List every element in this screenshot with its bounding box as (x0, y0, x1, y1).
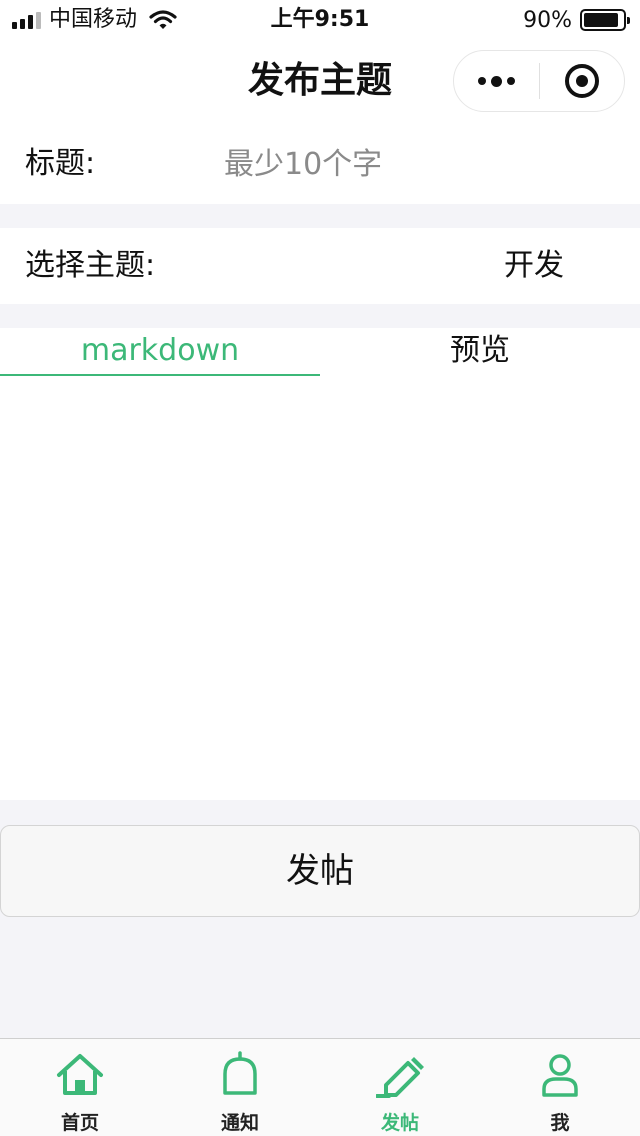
tabbar-item-notifications[interactable]: 通知 (160, 1039, 320, 1136)
title-input[interactable] (224, 142, 614, 186)
navigation-bar: 发布主题 (0, 40, 640, 124)
tabbar-label-notifications: 通知 (220, 1112, 259, 1134)
title-row: 标题: (0, 124, 640, 204)
topic-picker[interactable]: 选择主题: 开发 (0, 228, 640, 304)
tab-markdown[interactable]: markdown (0, 328, 320, 376)
post-button[interactable]: 发帖 (0, 825, 640, 917)
pencil-icon (376, 1057, 424, 1098)
editor-tabs: markdown 预览 (0, 328, 640, 376)
title-label: 标题: (25, 146, 96, 181)
tab-preview[interactable]: 预览 (320, 328, 640, 376)
home-icon (57, 1054, 103, 1095)
bottom-tab-bar: 首页 通知 发帖 我 (0, 1038, 640, 1136)
tabbar-item-home[interactable]: 首页 (0, 1039, 160, 1136)
more-dots-icon[interactable] (454, 51, 539, 111)
user-icon (542, 1054, 578, 1097)
battery-percentage: 90% (523, 7, 572, 33)
tabbar-item-post[interactable]: 发帖 (320, 1039, 480, 1136)
mini-program-capsule (453, 50, 625, 112)
topic-value[interactable]: 开发 (504, 246, 564, 286)
tabbar-label-me: 我 (550, 1112, 570, 1134)
battery-fill (584, 13, 619, 27)
bell-icon (223, 1051, 257, 1095)
status-bar-right: 90% (523, 6, 630, 34)
tabbar-label-post: 发帖 (380, 1112, 419, 1134)
target-close-icon[interactable] (540, 51, 624, 111)
markdown-editor[interactable] (0, 376, 640, 800)
topic-label: 选择主题: (25, 248, 156, 283)
battery-icon (580, 9, 630, 31)
tabbar-item-me[interactable]: 我 (480, 1039, 640, 1136)
tabbar-label-home: 首页 (60, 1112, 99, 1134)
status-bar: 中国移动 上午9:51 90% (0, 0, 640, 40)
